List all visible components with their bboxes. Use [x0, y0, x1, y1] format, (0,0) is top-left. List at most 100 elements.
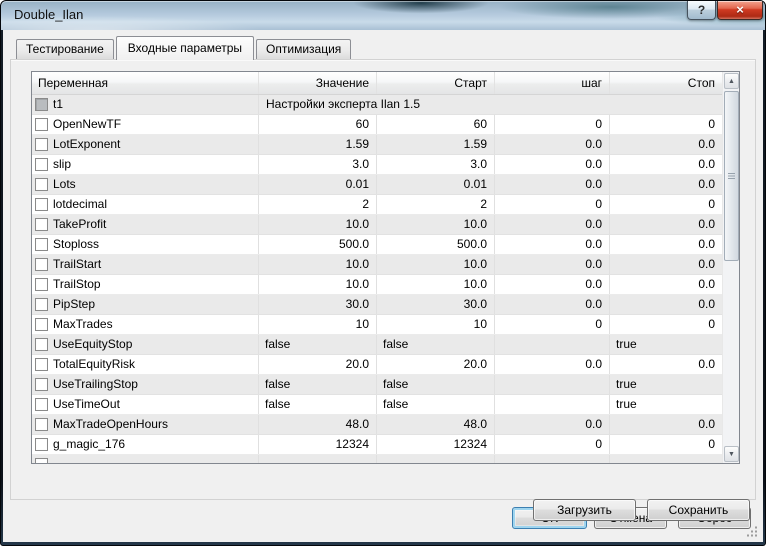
column-header-value[interactable]: Значение [259, 72, 377, 94]
row-checkbox[interactable] [35, 318, 48, 331]
table-row[interactable]: g_magic_176123241232400 [32, 435, 722, 455]
column-header-start[interactable]: Старт [377, 72, 495, 94]
table-row[interactable]: TrailStart10.010.00.00.0 [32, 255, 722, 275]
table-row[interactable]: UseTrailingStopfalsefalsetrue [32, 375, 722, 395]
table-row[interactable]: TakeProfit10.010.00.00.0 [32, 215, 722, 235]
param-step-cell: 0 [495, 435, 610, 454]
param-name: TakeProfit [53, 215, 106, 234]
row-checkbox[interactable] [35, 98, 48, 111]
tab-testing[interactable]: Тестирование [16, 39, 114, 59]
table-row[interactable]: LotExponent1.591.590.00.0 [32, 135, 722, 155]
param-name-cell: g_magic_176 [32, 435, 259, 454]
param-value-cell: 2 [259, 195, 377, 214]
row-checkbox[interactable] [35, 178, 48, 191]
param-value-cell: 500.0 [259, 235, 377, 254]
dialog-client-area: Тестирование Входные параметры Оптимизац… [3, 30, 763, 542]
row-checkbox[interactable] [35, 438, 48, 451]
param-stop-cell: true [610, 335, 722, 354]
param-value-cell: 10.0 [259, 275, 377, 294]
dialog-window: Double_Ilan ? × Тестирование Входные пар… [0, 0, 766, 546]
row-checkbox[interactable] [35, 258, 48, 271]
table-row[interactable]: TotalEquityRisk20.020.00.00.0 [32, 355, 722, 375]
row-checkbox[interactable] [35, 278, 48, 291]
param-step-cell: 0.0 [495, 275, 610, 294]
row-checkbox[interactable] [35, 138, 48, 151]
param-name: LotExponent [53, 135, 120, 154]
param-name-cell: UseEquityStop [32, 335, 259, 354]
param-step-cell: 0.0 [495, 235, 610, 254]
param-value-cell: false [259, 335, 377, 354]
column-header-stop[interactable]: Стоп [610, 72, 722, 94]
row-checkbox[interactable] [35, 218, 48, 231]
column-header-variable[interactable]: Переменная [32, 72, 259, 94]
column-header-step[interactable]: шаг [495, 72, 610, 94]
table-row[interactable]: Lots0.010.010.00.0 [32, 175, 722, 195]
param-name-cell: Lots [32, 175, 259, 194]
param-stop-cell: true [610, 375, 722, 394]
param-stop-cell: 0.0 [610, 215, 722, 234]
param-start-cell: 60 [377, 115, 495, 134]
param-stop-cell [610, 455, 722, 463]
table-row[interactable]: slip3.03.00.00.0 [32, 155, 722, 175]
row-checkbox[interactable] [35, 198, 48, 211]
title-bar[interactable]: Double_Ilan ? × [1, 1, 765, 30]
row-checkbox[interactable] [35, 358, 48, 371]
param-value-cell: 1.59 [259, 135, 377, 154]
table-row[interactable]: OpenNewTF606000 [32, 115, 722, 135]
vertical-scrollbar[interactable]: ▲ ▼ [722, 72, 739, 463]
param-name: slip [53, 155, 71, 174]
scrollbar-grip-icon [728, 173, 735, 179]
scroll-down-icon[interactable]: ▼ [724, 446, 739, 462]
row-checkbox[interactable] [35, 118, 48, 131]
param-step-cell: 0 [495, 195, 610, 214]
param-start-cell: 2 [377, 195, 495, 214]
param-start-cell: 12324 [377, 435, 495, 454]
row-checkbox[interactable] [35, 418, 48, 431]
resize-grip[interactable] [747, 526, 758, 537]
param-step-cell: 0 [495, 115, 610, 134]
row-checkbox[interactable] [35, 338, 48, 351]
row-checkbox[interactable] [35, 378, 48, 391]
param-start-cell: 500.0 [377, 235, 495, 254]
help-button[interactable]: ? [687, 1, 716, 20]
scroll-up-icon[interactable]: ▲ [724, 73, 739, 89]
table-row[interactable]: lotdecimal2200 [32, 195, 722, 215]
param-step-cell: 0.0 [495, 295, 610, 314]
param-start-cell: 10.0 [377, 275, 495, 294]
caption-buttons: ? × [687, 1, 763, 20]
param-name-cell: TrailStop [32, 275, 259, 294]
table-row[interactable] [32, 455, 722, 463]
row-checkbox[interactable] [35, 458, 48, 463]
tab-input-parameters[interactable]: Входные параметры [116, 36, 254, 60]
param-start-cell: 0.01 [377, 175, 495, 194]
table-row[interactable]: Stoploss500.0500.00.00.0 [32, 235, 722, 255]
param-name: UseTimeOut [53, 395, 120, 414]
table-row[interactable]: UseTimeOutfalsefalsetrue [32, 395, 722, 415]
table-row[interactable]: PipStep30.030.00.00.0 [32, 295, 722, 315]
table-header: Переменная Значение Старт шаг Стоп [32, 72, 722, 95]
tab-optimization[interactable]: Оптимизация [256, 39, 351, 59]
row-checkbox[interactable] [35, 398, 48, 411]
param-name-cell: LotExponent [32, 135, 259, 154]
row-checkbox[interactable] [35, 158, 48, 171]
param-name: TrailStop [53, 275, 101, 294]
param-name-cell: PipStep [32, 295, 259, 314]
param-stop-cell: 0.0 [610, 355, 722, 374]
param-value-cell: 20.0 [259, 355, 377, 374]
table-row[interactable]: MaxTrades101000 [32, 315, 722, 335]
table-row[interactable]: UseEquityStopfalsefalsetrue [32, 335, 722, 355]
table-row[interactable]: TrailStop10.010.00.00.0 [32, 275, 722, 295]
param-stop-cell: 0 [610, 315, 722, 334]
row-checkbox[interactable] [35, 298, 48, 311]
scrollbar-thumb[interactable] [724, 91, 739, 261]
close-button[interactable]: × [717, 1, 763, 20]
load-button[interactable]: Загрузить [533, 499, 636, 521]
table-row[interactable]: MaxTradeOpenHours48.048.00.00.0 [32, 415, 722, 435]
window-title: Double_Ilan [14, 7, 83, 22]
save-button[interactable]: Сохранить [647, 499, 750, 521]
param-name-cell: TrailStart [32, 255, 259, 274]
param-name-cell: UseTimeOut [32, 395, 259, 414]
row-checkbox[interactable] [35, 238, 48, 251]
table-row[interactable]: t1Настройки эксперта Ilan 1.5 [32, 95, 722, 115]
param-name: Lots [53, 175, 76, 194]
